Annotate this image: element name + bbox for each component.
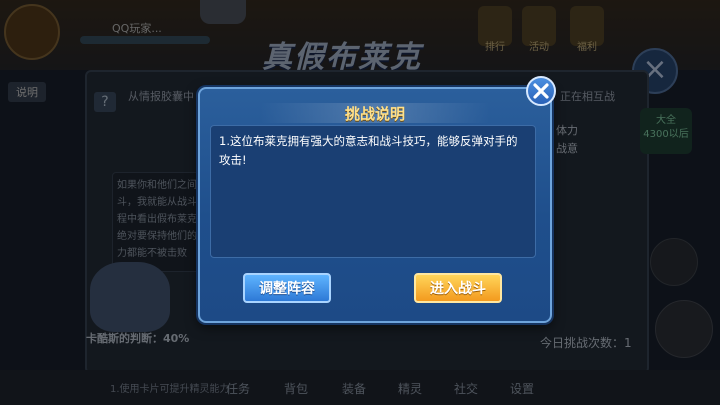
close-icon bbox=[533, 83, 549, 99]
close-button[interactable] bbox=[526, 76, 556, 106]
dialog-title: 挑战说明 bbox=[344, 105, 405, 123]
adjust-lineup-button[interactable]: 调整阵容 bbox=[243, 273, 331, 303]
enter-battle-button[interactable]: 进入战斗 bbox=[414, 273, 502, 303]
dialog-content: 1.这位布莱克拥有强大的意志和战斗技巧，能够反弹对手的攻击! bbox=[210, 125, 536, 258]
